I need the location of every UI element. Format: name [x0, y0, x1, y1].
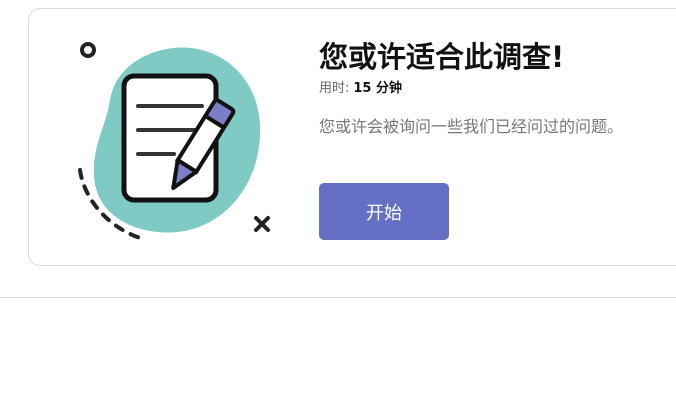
- duration-value: 15 分钟: [353, 81, 403, 96]
- duration-line: 用时: 15 分钟: [319, 80, 676, 98]
- survey-description: 您或许会被询问一些我们已经问过的问题。: [319, 117, 624, 136]
- page-divider: [0, 297, 676, 298]
- duration-label: 用时:: [319, 81, 350, 96]
- survey-content: 您或许适合此调查! 用时: 15 分钟 您或许会被询问一些我们已经问过的问题。 开…: [319, 38, 676, 240]
- cross-decoration: [254, 216, 270, 232]
- survey-document-pen-illustration: [70, 38, 280, 243]
- start-button[interactable]: 开始: [319, 183, 449, 240]
- ring-decoration: [80, 42, 96, 58]
- survey-title: 您或许适合此调查!: [319, 40, 565, 74]
